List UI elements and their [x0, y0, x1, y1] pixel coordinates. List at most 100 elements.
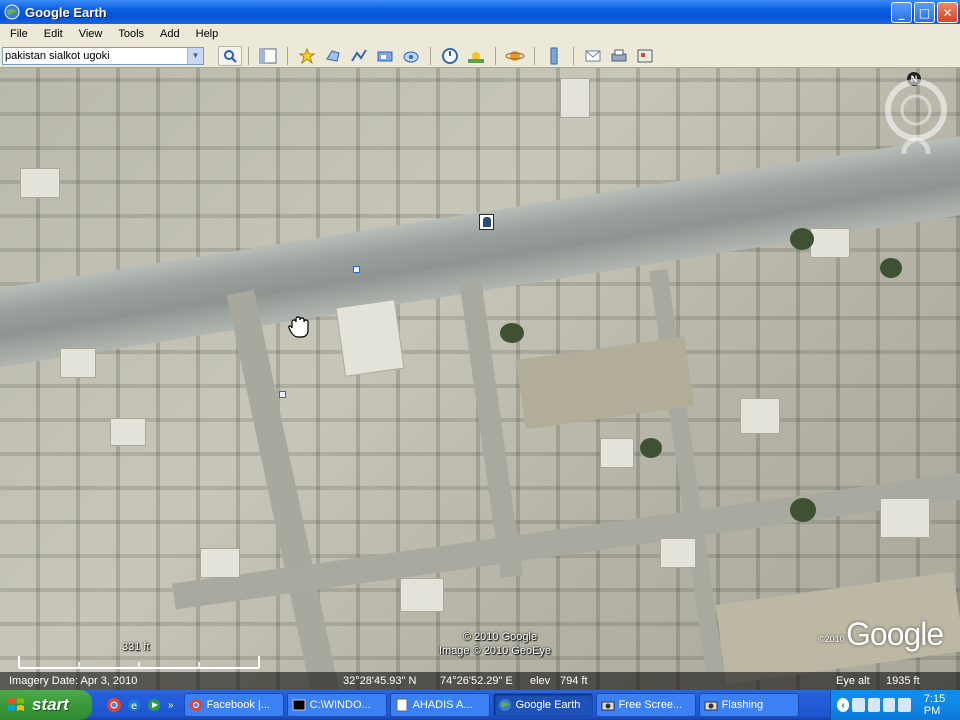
- open-field: [515, 336, 695, 430]
- building: [660, 538, 696, 568]
- building: [880, 498, 930, 538]
- google-copyright: © 2010 Google: [462, 631, 538, 643]
- search-button[interactable]: [218, 45, 242, 66]
- building: [200, 548, 240, 578]
- elevation-label: elev: [530, 675, 551, 687]
- toolbar-separator: [248, 46, 249, 65]
- longitude-readout: 74°26'52.29" E: [440, 675, 513, 687]
- record-tour-button[interactable]: [400, 46, 422, 66]
- menu-edit[interactable]: Edit: [36, 28, 71, 40]
- side-street: [649, 268, 729, 690]
- google-earth-window: Google Earth _ □ ✕ File Edit View Tools …: [0, 0, 960, 720]
- toolbar-separator: [430, 46, 431, 65]
- ruler-icon: [550, 47, 558, 64]
- email-icon: [585, 50, 601, 61]
- placemark-icon: [298, 47, 316, 64]
- document-icon: [396, 698, 408, 712]
- search-icon: [224, 49, 237, 63]
- email-button[interactable]: [582, 46, 604, 66]
- show-hidden-icons-button[interactable]: ‹: [837, 698, 850, 712]
- task-label: AHADIS A...: [412, 699, 473, 711]
- building: [400, 578, 444, 612]
- chevron-down-icon[interactable]: ▼: [187, 47, 203, 64]
- add-polygon-button[interactable]: [322, 46, 344, 66]
- imagery-date: Imagery Date: Apr 3, 2010: [9, 675, 138, 687]
- historical-imagery-icon: [442, 47, 458, 64]
- maximize-button[interactable]: □: [914, 2, 935, 23]
- building: [335, 299, 405, 377]
- task-ahadis[interactable]: AHADIS A...: [389, 693, 490, 717]
- search-combobox[interactable]: ▼: [2, 46, 204, 65]
- tray-network-icon[interactable]: [867, 698, 881, 712]
- close-button[interactable]: ✕: [937, 2, 958, 23]
- placemark-icon[interactable]: [353, 266, 360, 273]
- add-placemark-button[interactable]: [296, 46, 318, 66]
- map-view[interactable]: N 331 ft © 2010 Google Image © 2010 GeoE…: [0, 68, 960, 690]
- historical-imagery-button[interactable]: [439, 46, 461, 66]
- placemark-icon[interactable]: [279, 391, 286, 398]
- toolbar: ▼: [0, 44, 960, 68]
- add-path-button[interactable]: [348, 46, 370, 66]
- chrome-icon: [189, 699, 202, 711]
- building: [740, 398, 780, 434]
- quick-launch: e »: [106, 697, 174, 713]
- sunlight-button[interactable]: [465, 46, 487, 66]
- minimize-button[interactable]: _: [891, 2, 912, 23]
- building: [810, 228, 850, 258]
- view-in-maps-button[interactable]: [634, 46, 656, 66]
- cmd-icon: [292, 699, 306, 711]
- tree: [640, 438, 662, 458]
- tree: [790, 228, 814, 250]
- elevation-value: 794 ft: [560, 675, 588, 687]
- planets-button[interactable]: [504, 46, 526, 66]
- task-cmd[interactable]: C:\WINDO...: [286, 693, 387, 717]
- polygon-icon: [326, 49, 340, 62]
- task-label: Flashing: [721, 699, 764, 711]
- sunlight-icon: [468, 51, 484, 63]
- sidebar-toggle-button[interactable]: [257, 46, 279, 66]
- task-google-earth[interactable]: Google Earth: [492, 693, 593, 717]
- search-input[interactable]: [3, 47, 187, 64]
- task-facebook[interactable]: Facebook |...: [183, 693, 284, 717]
- sidebar-toggle-icon: [259, 48, 277, 63]
- quick-launch-more[interactable]: »: [168, 700, 174, 711]
- window-title: Google Earth: [25, 4, 107, 20]
- tray-app-icon[interactable]: [898, 698, 911, 712]
- menu-file[interactable]: File: [2, 28, 36, 40]
- building: [560, 78, 590, 118]
- print-button[interactable]: [608, 46, 630, 66]
- menu-tools[interactable]: Tools: [110, 28, 152, 40]
- planets-icon: [505, 50, 525, 61]
- chrome-icon[interactable]: [106, 697, 122, 713]
- internet-explorer-icon[interactable]: e: [126, 697, 142, 713]
- menu-view[interactable]: View: [71, 28, 111, 40]
- building: [60, 348, 96, 378]
- start-button[interactable]: start: [0, 690, 92, 720]
- print-icon: [611, 49, 627, 61]
- clock[interactable]: 7:15 PM: [924, 693, 960, 717]
- navigation-controls[interactable]: [880, 74, 952, 154]
- add-image-overlay-button[interactable]: [374, 46, 396, 66]
- photo-placemark-icon[interactable]: [479, 214, 494, 230]
- windows-logo-icon: [8, 698, 24, 711]
- tray-camera-icon[interactable]: [852, 698, 865, 712]
- media-player-icon[interactable]: [146, 697, 162, 713]
- menu-help[interactable]: Help: [188, 28, 227, 40]
- menu-add[interactable]: Add: [152, 28, 188, 40]
- status-bar: Imagery Date: Apr 3, 2010 32°28'45.93" N…: [0, 672, 960, 690]
- tray-volume-icon[interactable]: [883, 698, 896, 712]
- ruler-button[interactable]: [543, 46, 565, 66]
- title-bar[interactable]: Google Earth _ □ ✕: [0, 0, 960, 24]
- window-controls: _ □ ✕: [891, 2, 958, 23]
- eye-alt-value: 1935 ft: [886, 675, 920, 687]
- building: [20, 168, 60, 198]
- task-free-screen[interactable]: Free Scree...: [595, 693, 696, 717]
- svg-text:e: e: [131, 701, 137, 712]
- start-label: start: [32, 695, 69, 714]
- google-earth-icon: [498, 699, 511, 711]
- toolbar-separator: [287, 46, 288, 65]
- task-flashing[interactable]: Flashing: [698, 693, 799, 717]
- system-tray: ‹ 7:15 PM: [830, 690, 960, 720]
- side-street: [226, 289, 342, 690]
- scale-bar: [18, 656, 260, 669]
